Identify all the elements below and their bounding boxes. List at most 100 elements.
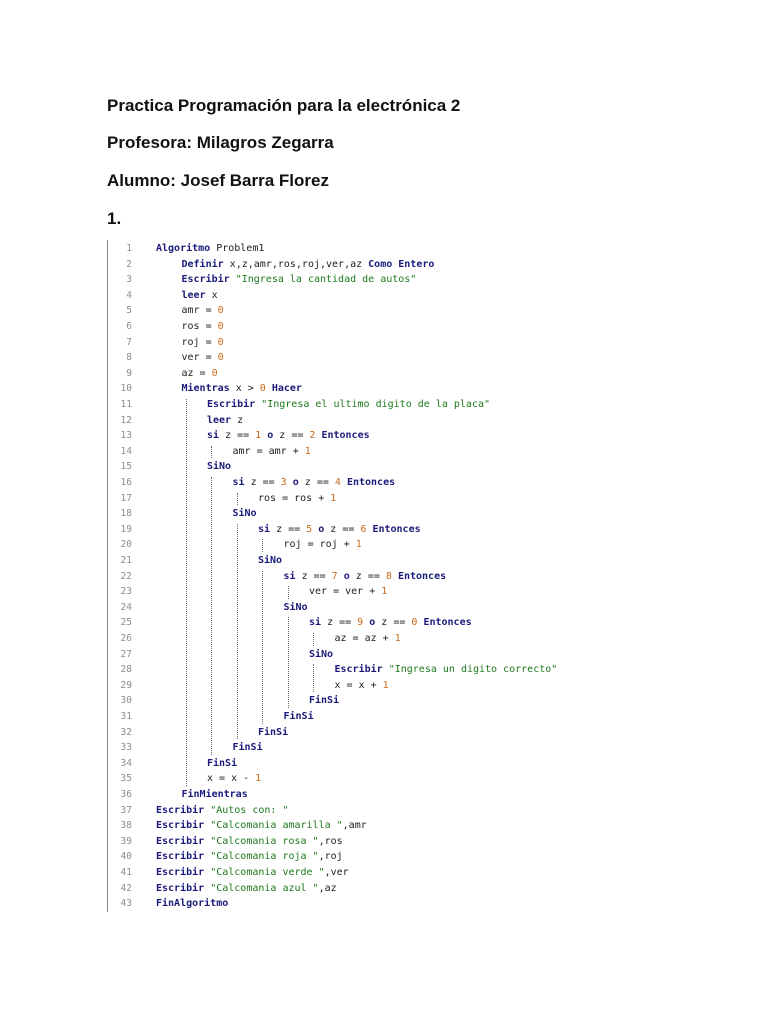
code-token: az = az +	[334, 633, 395, 644]
code-line: 40 Escribir "Calcomania roja ",roj	[108, 849, 628, 865]
code-token: Escribir	[181, 274, 230, 286]
line-number: 37	[120, 804, 132, 816]
code-text: Escribir "Calcomania azul ",az	[156, 881, 337, 897]
code-token: "Ingresa un digito correcto"	[388, 664, 558, 676]
code-text: Escribir "Calcomania verde ",ver	[156, 865, 349, 881]
code-token: z ==	[321, 617, 358, 629]
line-number: 43	[120, 898, 132, 910]
code-token: Escribir	[156, 851, 205, 863]
code-token: "Calcomania amarilla "	[210, 820, 343, 832]
code-token: x >	[229, 383, 260, 395]
code-text: x = x + 1	[335, 678, 389, 694]
code-text: SiNo	[258, 553, 282, 569]
teacher-line: Profesora: Milagros Zegarra	[107, 133, 334, 152]
code-token: 1	[255, 773, 262, 785]
code-text: ver = ver + 1	[309, 584, 387, 600]
code-text: si z == 1 o z == 2 Entonces	[207, 428, 370, 444]
code-token: Problem1	[210, 243, 265, 254]
code-token: x	[205, 289, 218, 301]
code-token: "Ingresa el ultimo digito de la placa"	[261, 399, 490, 410]
code-token: z ==	[375, 617, 412, 629]
code-text: si z == 5 o z == 6 Entonces	[258, 522, 421, 538]
line-number: 13	[120, 430, 132, 442]
code-text: Definir x,z,amr,ros,roj,ver,az Como Ente…	[182, 257, 435, 273]
indent-guide	[287, 617, 289, 708]
code-token: ,roj	[318, 851, 343, 863]
indent-guide	[313, 633, 314, 646]
line-number: 17	[120, 492, 132, 504]
code-text: SiNo	[284, 600, 308, 616]
code-token: ver = ver +	[309, 586, 382, 598]
line-number: 22	[120, 570, 132, 582]
indent-guide	[211, 477, 212, 755]
indent-guide	[185, 399, 187, 786]
student-line: Alumno: Josef Barra Florez	[107, 171, 329, 190]
code-text: si z == 9 o z == 0 Entonces	[309, 615, 472, 631]
code-token: roj = roj +	[283, 539, 356, 551]
code-token: 0	[217, 305, 224, 317]
code-token: Entonces	[397, 570, 447, 582]
code-token: leer	[207, 414, 232, 426]
code-token: ros = ros +	[258, 492, 331, 504]
code-token: ,ros	[318, 835, 343, 847]
indent-guide	[262, 539, 263, 552]
code-line: 9 az = 0	[108, 366, 628, 382]
code-text: FinAlgoritmo	[156, 896, 228, 912]
indent-guide	[262, 570, 263, 724]
line-number: 32	[120, 726, 132, 738]
code-token: si	[207, 430, 220, 442]
code-token: z ==	[270, 523, 307, 535]
code-token: Entonces	[423, 617, 472, 629]
code-line: 10 Mientras x > 0 Hacer	[108, 381, 628, 397]
code-token: si	[283, 570, 296, 582]
line-number: 7	[126, 336, 132, 348]
code-line: 3 Escribir "Ingresa la cantidad de autos"	[108, 272, 628, 288]
code-token: 0	[217, 336, 224, 348]
code-token: Escribir	[156, 820, 205, 832]
code-text: amr = amr + 1	[233, 444, 311, 460]
code-token: Entonces	[372, 523, 421, 535]
code-token: 1	[304, 445, 311, 457]
code-text: x = x - 1	[207, 771, 261, 787]
code-token: Como Entero	[368, 258, 435, 270]
code-token: si	[232, 477, 245, 488]
line-number: 1	[126, 243, 132, 254]
line-number: 38	[120, 820, 132, 832]
code-text: FinSi	[233, 740, 263, 756]
code-text: Algoritmo Problem1	[156, 241, 264, 257]
code-token: z ==	[273, 430, 310, 442]
code-text: Escribir "Calcomania roja ",roj	[156, 849, 343, 865]
code-token: z ==	[219, 430, 256, 442]
code-text: amr = 0	[182, 303, 224, 319]
code-token: ver =	[181, 352, 218, 364]
code-token: Escribir	[156, 882, 205, 894]
line-number: 20	[120, 539, 132, 551]
code-token: FinSi	[309, 695, 340, 707]
indent-guide	[236, 492, 238, 506]
code-text: roj = 0	[182, 335, 224, 351]
code-token: az =	[181, 367, 212, 379]
line-number: 6	[126, 321, 132, 332]
line-number: 5	[126, 305, 132, 317]
code-token: z ==	[349, 570, 386, 582]
code-text: FinMientras	[182, 787, 248, 803]
line-number: 42	[120, 882, 132, 894]
code-text: az = az + 1	[335, 631, 401, 647]
code-line: 1 Algoritmo Problem1	[108, 241, 628, 257]
code-token: SiNo	[283, 601, 308, 613]
code-text: FinSi	[284, 709, 314, 725]
code-text: SiNo	[309, 647, 333, 663]
code-line: 5 amr = 0	[108, 303, 628, 319]
code-token: Definir	[181, 258, 224, 270]
indent-guide	[313, 664, 314, 693]
line-number: 34	[120, 757, 132, 769]
code-line: 36 FinMientras	[108, 787, 628, 803]
code-token: Entonces	[346, 477, 396, 488]
line-number: 4	[126, 289, 132, 301]
code-line: 8 ver = 0	[108, 350, 628, 366]
line-number: 23	[120, 586, 132, 598]
code-token: 1	[382, 679, 389, 691]
code-token: z ==	[298, 477, 335, 488]
code-line: 37 Escribir "Autos con: "	[108, 803, 628, 819]
code-token: leer	[181, 289, 206, 301]
